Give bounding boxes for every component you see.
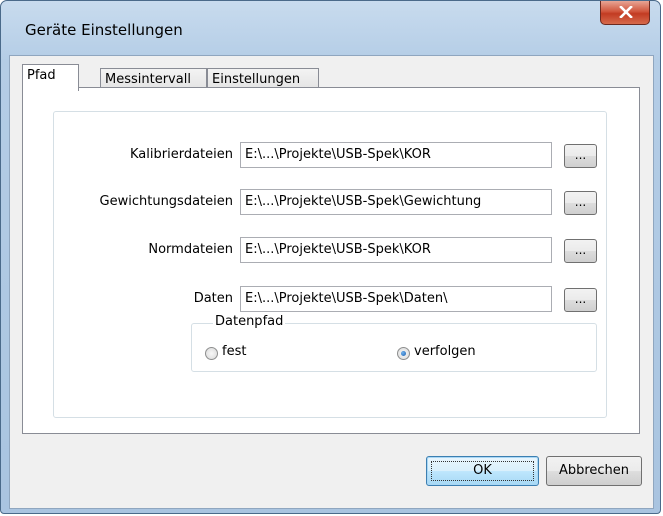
- gewichtungsdateien-browse-button[interactable]: ...: [564, 191, 597, 215]
- cancel-button-label: Abbrechen: [558, 463, 630, 478]
- radio-verfolgen-label[interactable]: verfolgen: [414, 344, 476, 359]
- datenpfad-legend: Datenpfad: [213, 314, 286, 329]
- kalibrierdateien-field[interactable]: E:\...\Projekte\USB-Spek\KOR: [240, 142, 552, 168]
- daten-field[interactable]: E:\...\Projekte\USB-Spek\Daten\: [240, 286, 552, 312]
- radio-verfolgen[interactable]: [397, 347, 410, 360]
- close-icon: [619, 6, 633, 18]
- cancel-button[interactable]: Abbrechen: [546, 456, 642, 486]
- tab-label: Messintervall: [105, 72, 191, 87]
- title-bar[interactable]: Geräte Einstellungen: [1, 1, 660, 55]
- window-title: Geräte Einstellungen: [25, 21, 183, 39]
- kalibrierdateien-browse-button[interactable]: ...: [564, 144, 597, 168]
- close-button[interactable]: [600, 1, 650, 25]
- dialog-client-area: Pfad Messintervall Einstellungen Kalibri…: [9, 55, 654, 509]
- radio-fest-label[interactable]: fest: [222, 344, 246, 359]
- tab-pfad[interactable]: Pfad: [22, 64, 79, 91]
- tab-label: Einstellungen: [212, 72, 301, 87]
- ok-button[interactable]: OK: [426, 456, 539, 486]
- normdateien-label: Normdateien: [148, 242, 233, 257]
- normdateien-field[interactable]: E:\...\Projekte\USB-Spek\KOR: [240, 237, 552, 263]
- tab-label: Pfad: [27, 68, 56, 83]
- kalibrierdateien-label: Kalibrierdateien: [130, 147, 233, 162]
- normdateien-browse-button[interactable]: ...: [564, 239, 597, 263]
- gewichtungsdateien-field[interactable]: E:\...\Projekte\USB-Spek\Gewichtung: [240, 189, 552, 215]
- datenpfad-group: [191, 323, 597, 372]
- radio-fest[interactable]: [205, 347, 218, 360]
- dialog-window: Geräte Einstellungen Pfad Messintervall …: [0, 0, 661, 514]
- daten-label: Daten: [193, 291, 233, 306]
- focus-rectangle: [431, 461, 534, 481]
- daten-browse-button[interactable]: ...: [564, 288, 597, 312]
- tab-panel-pfad: Kalibrierdateien E:\...\Projekte\USB-Spe…: [22, 87, 640, 434]
- gewichtungsdateien-label: Gewichtungsdateien: [99, 194, 233, 209]
